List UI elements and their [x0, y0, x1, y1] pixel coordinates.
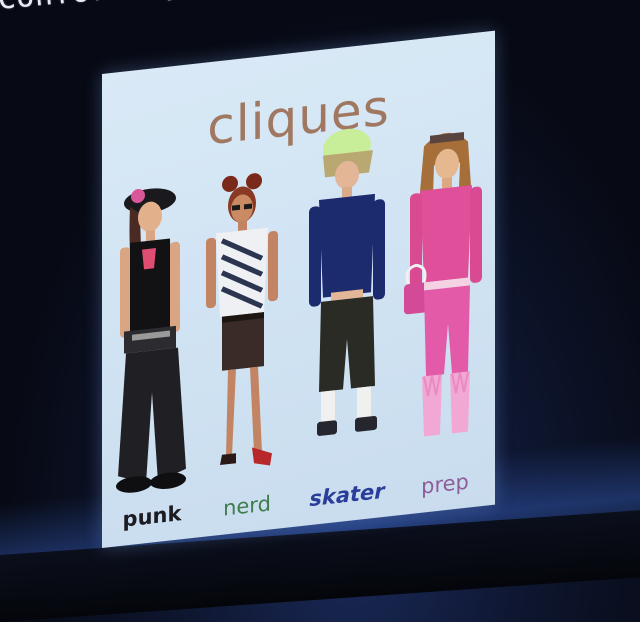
skater-figure	[309, 128, 385, 436]
projected-slide: cliques punk nerd skater prep	[102, 30, 495, 548]
clique-label-skater: skater	[309, 478, 385, 512]
prep-figure	[404, 132, 482, 437]
slide-heading: Conformity: Real	[0, 0, 313, 17]
clique-label-prep: prep	[421, 469, 469, 499]
projector-screen: Conformity: Real cliques	[0, 0, 640, 622]
punk-figure	[116, 188, 186, 493]
nerd-figure	[206, 173, 278, 466]
